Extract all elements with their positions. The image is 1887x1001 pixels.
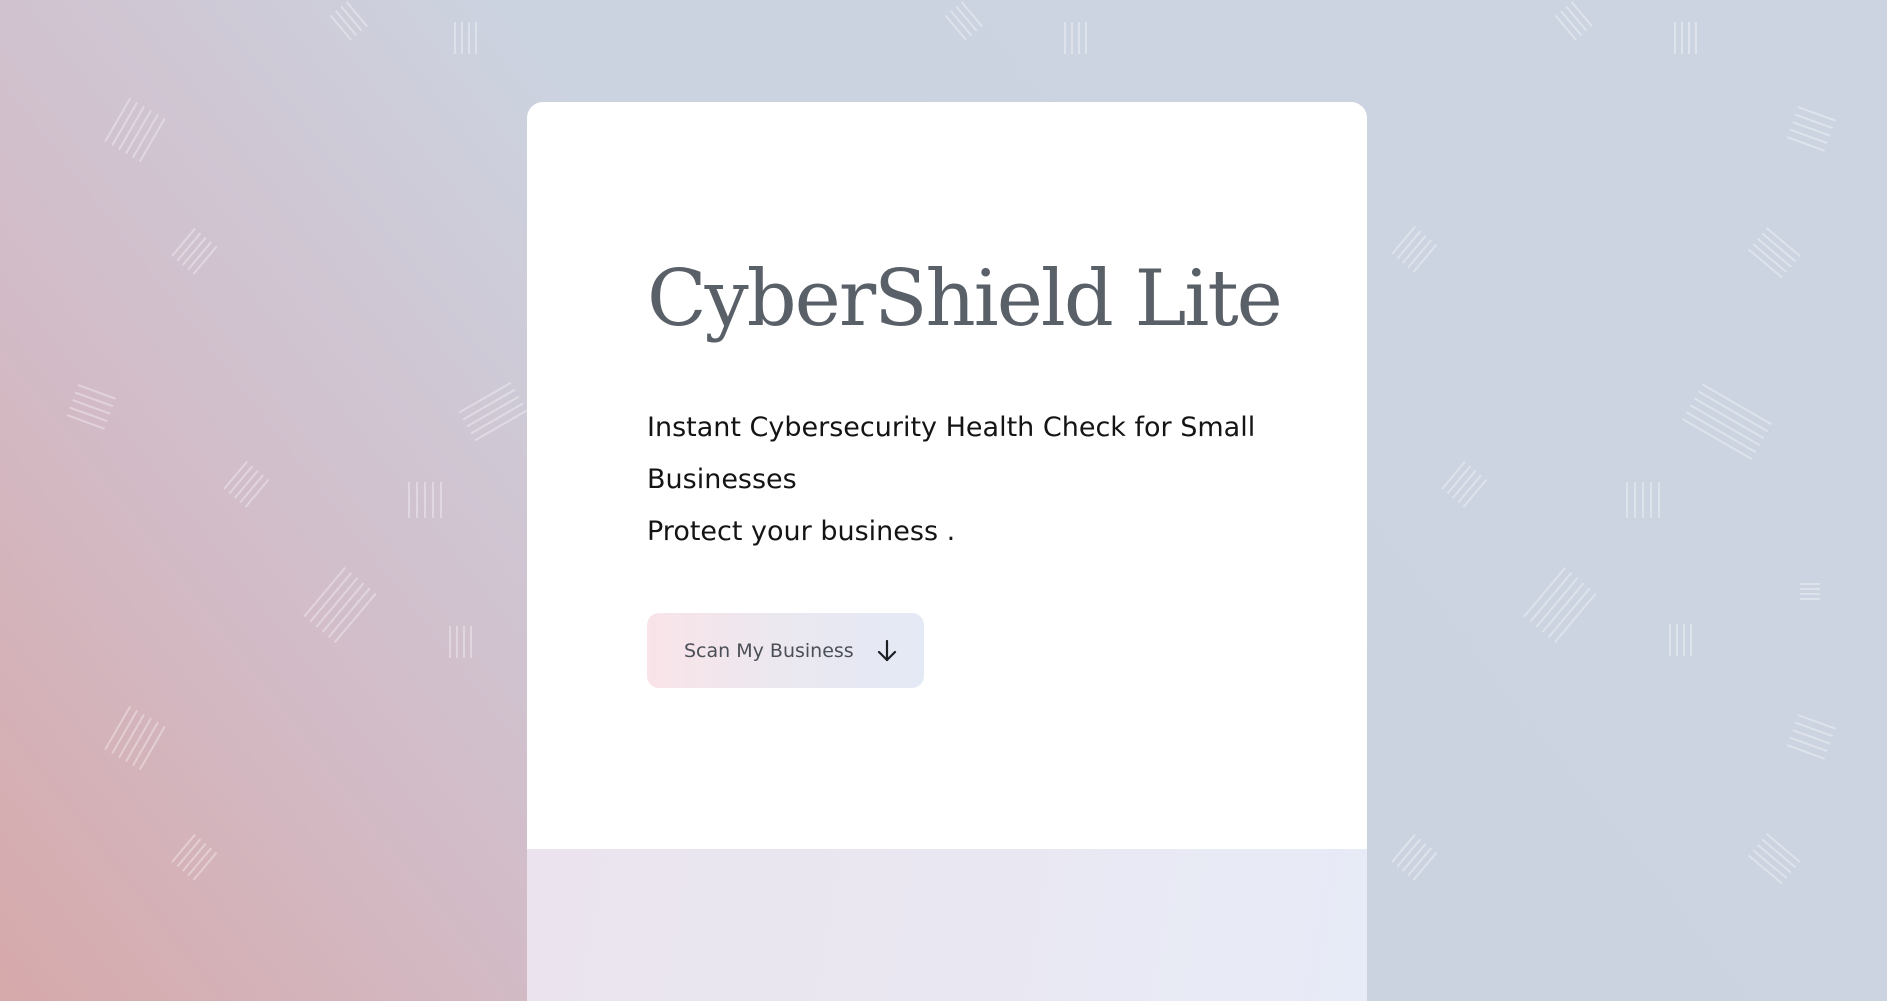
hero-card: CyberShield Lite Instant Cybersecurity H… [527, 102, 1367, 849]
tagline: Instant Cybersecurity Health Check for S… [647, 412, 1256, 495]
scan-my-business-button[interactable]: Scan My Business [647, 613, 924, 688]
next-section-preview [527, 849, 1367, 1001]
arrow-down-icon [874, 638, 900, 664]
app-title: CyberShield Lite [647, 254, 1283, 344]
scan-button-label: Scan My Business [684, 639, 854, 662]
page: { "hero": { "title": "CyberShield Lite",… [0, 0, 1887, 1001]
subtagline: Protect your business . [647, 516, 956, 547]
